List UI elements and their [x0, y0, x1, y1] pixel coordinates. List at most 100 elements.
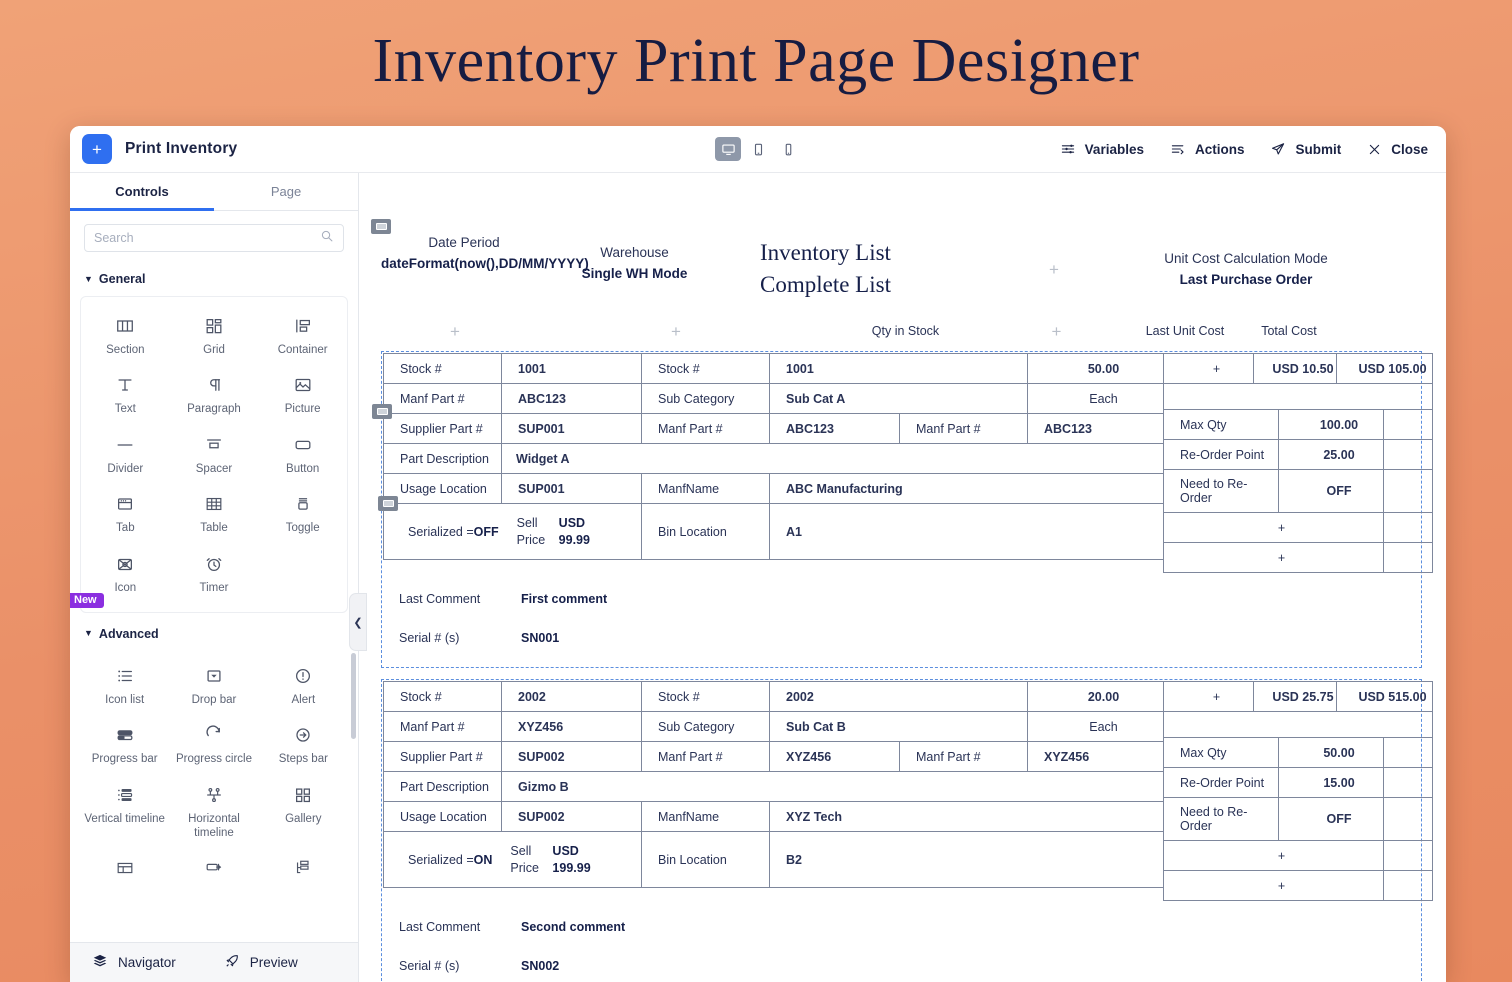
add-element-placeholder[interactable]: +: [1163, 353, 1254, 385]
control-tab[interactable]: Tab: [81, 485, 170, 540]
table-row[interactable]: [1163, 711, 1433, 739]
table-row[interactable]: Supplier Part # SUP002 Manf Part # XYZ45…: [383, 741, 1164, 773]
date-period-block[interactable]: Date Period dateFormat(now(),DD/MM/YYYY): [381, 233, 589, 275]
document-title-block[interactable]: Inventory List Complete List: [722, 233, 1012, 300]
record-block[interactable]: Stock # 1001 Stock # 1001 50.00 Manf Par…: [381, 351, 1433, 669]
control-drop-bar[interactable]: Drop bar: [169, 657, 258, 712]
table-row[interactable]: Max Qty 50.00: [1163, 737, 1433, 769]
selected-element-badge[interactable]: [372, 404, 392, 419]
table-row[interactable]: +: [1163, 840, 1433, 872]
search-input[interactable]: [94, 231, 320, 245]
control-label: Toggle: [285, 522, 320, 535]
serialized-cell: Serialized =ON Sell Price USD 199.99: [383, 831, 642, 889]
table-row[interactable]: Re-Order Point 25.00: [1163, 439, 1433, 471]
add-element-placeholder[interactable]: +: [1163, 681, 1254, 713]
control-steps-bar[interactable]: Steps bar: [259, 716, 348, 771]
design-canvas[interactable]: Date Period dateFormat(now(),DD/MM/YYYY)…: [359, 173, 1446, 982]
group-header-general[interactable]: ▼ General: [70, 263, 358, 290]
control-timer[interactable]: Timer: [170, 545, 259, 600]
sidebar-scrollbar[interactable]: [351, 653, 356, 739]
table-row[interactable]: + USD 10.50 USD 105.00: [1163, 353, 1433, 385]
phone-icon[interactable]: [775, 137, 801, 161]
table-row[interactable]: Need to Re-Order OFF: [1163, 469, 1433, 514]
control-palette[interactable]: ▼ General Section Grid Container Text Pa…: [70, 263, 358, 942]
control-extra-2[interactable]: [169, 849, 258, 890]
control-gallery[interactable]: Gallery: [259, 776, 348, 846]
add-element-placeholder[interactable]: +: [1163, 840, 1384, 872]
control-section[interactable]: Section: [81, 307, 170, 362]
table-row[interactable]: + USD 25.75 USD 515.00: [1163, 681, 1433, 713]
comment-row: Last Comment First comment: [399, 585, 1420, 613]
close-label: Close: [1391, 141, 1428, 157]
control-icon[interactable]: Icon New: [70, 545, 170, 608]
control-extra-3[interactable]: [259, 849, 348, 890]
table-row[interactable]: Usage Location SUP002 ManfName XYZ Tech: [383, 801, 1164, 833]
control-grid[interactable]: Grid: [170, 307, 259, 362]
search-box[interactable]: [84, 224, 344, 252]
control-picture[interactable]: Picture: [258, 366, 347, 421]
table-row[interactable]: Stock # 2002 Stock # 2002 20.00: [383, 681, 1164, 713]
actions-button[interactable]: Actions: [1170, 141, 1244, 157]
add-element-placeholder[interactable]: +: [450, 322, 460, 341]
selected-element-badge[interactable]: [378, 496, 398, 511]
control-horizontal-timeline[interactable]: Horizontal timeline: [169, 776, 258, 846]
record-block[interactable]: Stock # 2002 Stock # 2002 20.00 Manf Par…: [381, 679, 1433, 982]
control-paragraph[interactable]: Paragraph: [170, 366, 259, 421]
variables-button[interactable]: Variables: [1060, 141, 1144, 157]
add-element-placeholder[interactable]: +: [1049, 260, 1059, 279]
control-alert[interactable]: Alert: [259, 657, 348, 712]
tab-controls[interactable]: Controls: [70, 173, 214, 211]
control-extra-1[interactable]: [80, 849, 169, 890]
table-row[interactable]: Part Description Widget A: [383, 443, 1164, 475]
table-row[interactable]: Serialized =ON Sell Price USD 199.99 Bin…: [383, 831, 1164, 889]
table-row[interactable]: Manf Part # ABC123 Sub Category Sub Cat …: [383, 383, 1164, 415]
field-label-reorder-point: Re-Order Point: [1163, 767, 1279, 799]
record-comment-box[interactable]: Last Comment First comment Serial # (s) …: [383, 573, 1420, 666]
add-element-placeholder[interactable]: +: [1052, 322, 1062, 341]
control-divider[interactable]: Divider: [81, 426, 170, 481]
monitor-icon[interactable]: [715, 137, 741, 161]
control-icon-list[interactable]: Icon list: [80, 657, 169, 712]
control-progress-bar[interactable]: Progress bar: [80, 716, 169, 771]
table-row[interactable]: Re-Order Point 15.00: [1163, 767, 1433, 799]
control-toggle[interactable]: Toggle: [258, 485, 347, 540]
table-row[interactable]: Max Qty 100.00: [1163, 409, 1433, 441]
record-left-grid: Stock # 2002 Stock # 2002 20.00 Manf Par…: [383, 681, 1164, 901]
control-table[interactable]: Table: [170, 485, 259, 540]
control-spacer[interactable]: Spacer: [170, 426, 259, 481]
tablet-icon[interactable]: [745, 137, 771, 161]
submit-button[interactable]: Submit: [1270, 141, 1341, 157]
table-row[interactable]: Part Description Gizmo B: [383, 771, 1164, 803]
control-container[interactable]: Container: [258, 307, 347, 362]
table-row[interactable]: Stock # 1001 Stock # 1001 50.00: [383, 353, 1164, 385]
tab-page[interactable]: Page: [214, 173, 358, 210]
table-row[interactable]: +: [1163, 512, 1433, 544]
unit-cost-mode-block[interactable]: Unit Cost Calculation Mode Last Purchase…: [1096, 233, 1396, 291]
plus-icon[interactable]: +: [82, 134, 112, 164]
table-row[interactable]: [1163, 383, 1433, 411]
add-element-placeholder[interactable]: +: [1163, 870, 1384, 902]
table-row[interactable]: Manf Part # XYZ456 Sub Category Sub Cat …: [383, 711, 1164, 743]
navigator-button[interactable]: Navigator: [92, 953, 176, 972]
sidebar-bottom-bar: Navigator Preview: [70, 942, 358, 982]
sidebar-collapse-handle[interactable]: ❮: [349, 593, 367, 651]
add-element-placeholder[interactable]: +: [1163, 542, 1384, 574]
close-button[interactable]: Close: [1367, 142, 1428, 157]
table-row[interactable]: +: [1163, 870, 1433, 902]
table-row[interactable]: Supplier Part # SUP001 Manf Part # ABC12…: [383, 413, 1164, 445]
control-text[interactable]: Text: [81, 366, 170, 421]
preview-button[interactable]: Preview: [224, 953, 298, 972]
add-element-placeholder[interactable]: +: [1163, 512, 1384, 544]
table-row[interactable]: Serialized =OFF Sell Price USD 99.99 Bin…: [383, 503, 1164, 561]
field-value-part-description[interactable]: Widget A: [501, 443, 1164, 475]
add-element-placeholder[interactable]: +: [671, 322, 681, 341]
table-row[interactable]: Need to Re-Order OFF: [1163, 797, 1433, 842]
warehouse-block[interactable]: Warehouse Single WH Mode: [547, 233, 722, 285]
record-comment-box[interactable]: Last Comment Second comment Serial # (s)…: [383, 901, 1420, 982]
control-button[interactable]: Button: [258, 426, 347, 481]
control-vertical-timeline[interactable]: Vertical timeline: [80, 776, 169, 846]
control-progress-circle[interactable]: Progress circle: [169, 716, 258, 771]
table-row[interactable]: +: [1163, 542, 1433, 574]
group-header-advanced[interactable]: ▼ Advanced: [70, 613, 358, 645]
table-row[interactable]: Usage Location SUP001 ManfName ABC Manuf…: [383, 473, 1164, 505]
